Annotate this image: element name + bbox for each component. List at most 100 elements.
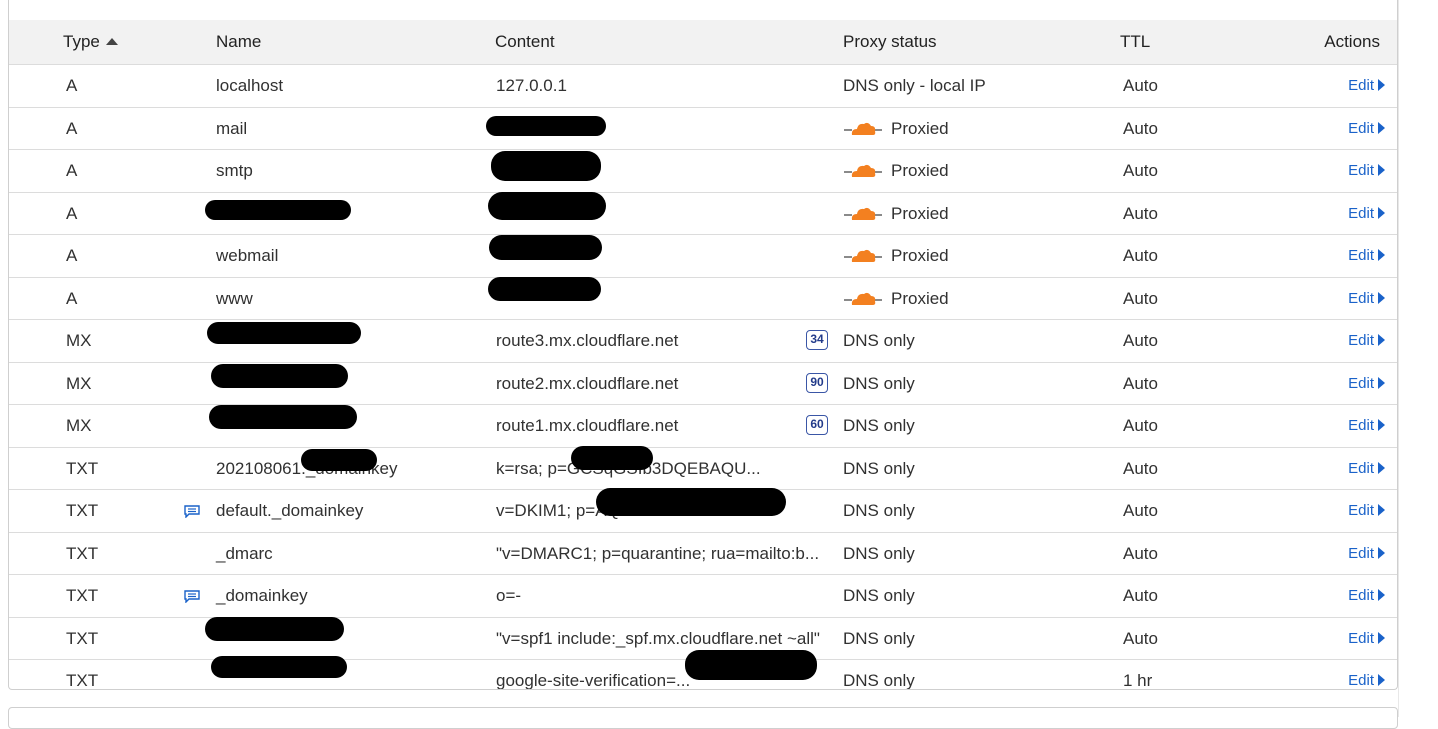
record-ttl: Auto: [1123, 331, 1158, 350]
record-type: TXT: [66, 671, 99, 690]
column-header-ttl: TTL: [1120, 32, 1151, 51]
redaction-mark: [211, 364, 348, 388]
edit-button[interactable]: Edit: [1348, 247, 1385, 264]
caret-right-icon: [1378, 631, 1385, 644]
sort-ascending-icon[interactable]: [105, 38, 118, 45]
record-type: A: [66, 246, 78, 265]
record-type: A: [66, 118, 78, 138]
page-right-divider: [1398, 0, 1399, 717]
caret-right-icon: [1378, 79, 1385, 91]
table-row: Alocalhost 127.0.0.1 DNS only - local IP Au…: [9, 65, 1397, 108]
orange-cloud-icon: [843, 119, 883, 142]
record-name: default._domainkey: [216, 501, 364, 520]
edit-label: Edit: [1348, 672, 1374, 689]
orange-cloud-icon: [843, 161, 883, 184]
edit-label: Edit: [1348, 332, 1374, 349]
caret-right-icon: [1378, 674, 1385, 686]
record-type: TXT: [66, 586, 99, 605]
edit-button[interactable]: Edit: [1348, 332, 1385, 349]
proxy-status: DNS only: [843, 458, 915, 478]
caret-right-icon: [1378, 376, 1385, 389]
edit-label: Edit: [1348, 247, 1374, 264]
mx-priority-badge: 34: [806, 330, 828, 350]
edit-button[interactable]: Edit: [1348, 502, 1385, 519]
edit-label: Edit: [1348, 204, 1374, 222]
table-row: TXT202108061._domainkeyk=rsa; p=GCSqGSIb…: [9, 448, 1397, 490]
redaction-mark: [489, 235, 602, 260]
record-ttl: Auto: [1123, 501, 1158, 520]
record-name: _domainkey: [216, 586, 308, 605]
table-row: Amail Proxied Auto Edit: [9, 108, 1397, 150]
redaction-mark: [209, 405, 357, 429]
record-type: TXT: [66, 458, 99, 478]
proxy-status-label: Proxied: [891, 161, 949, 180]
column-header-type-label: Type: [63, 32, 100, 51]
record-ttl: Auto: [1123, 246, 1158, 265]
dns-records-table: Type Name Content Proxy status TTL Actio…: [9, 20, 1397, 690]
record-type: TXT: [66, 501, 99, 520]
edit-button[interactable]: Edit: [1348, 545, 1385, 562]
redaction-mark: [486, 116, 606, 136]
edit-label: Edit: [1348, 162, 1374, 179]
caret-right-icon: [1378, 206, 1385, 219]
table-row: Awebmail Proxied Auto Edit: [9, 235, 1397, 278]
edit-button[interactable]: Edit: [1348, 375, 1385, 392]
record-content: 127.0.0.1: [496, 76, 567, 95]
record-type: TXT: [66, 628, 99, 648]
table-row: TXT _domainkey o=- DNS only Auto Edit: [9, 575, 1397, 618]
record-content: "v=DMARC1; p=quarantine; rua=mailto:b...: [496, 543, 820, 563]
caret-right-icon: [1378, 546, 1385, 559]
table-row: Asmtp Proxied Auto Edit: [9, 150, 1397, 193]
proxy-status: Proxied: [843, 204, 949, 227]
edit-label: Edit: [1348, 502, 1374, 519]
edit-button[interactable]: Edit: [1348, 587, 1385, 604]
record-content: "v=spf1 include:_spf.mx.cloudflare.net ~…: [496, 628, 820, 648]
record-content: o=-: [496, 586, 522, 605]
record-ttl: Auto: [1123, 118, 1158, 138]
proxy-status: DNS only: [843, 543, 915, 563]
edit-button[interactable]: Edit: [1348, 77, 1385, 94]
redaction-mark: [596, 488, 786, 516]
edit-button[interactable]: Edit: [1348, 672, 1385, 689]
column-header-proxy-status: Proxy status: [843, 32, 937, 51]
edit-label: Edit: [1348, 289, 1374, 307]
table-row: TXT _dmarc "v=DMARC1; p=quarantine; rua=ma…: [9, 533, 1397, 575]
proxy-status-label: Proxied: [891, 246, 949, 265]
redaction-mark: [207, 322, 361, 344]
record-name: _dmarc: [216, 543, 273, 563]
next-section-panel: [8, 707, 1398, 729]
edit-label: Edit: [1348, 77, 1374, 94]
proxy-status: Proxied: [843, 119, 949, 142]
edit-button[interactable]: Edit: [1348, 290, 1385, 307]
proxy-status: DNS only: [843, 671, 915, 690]
record-ttl: Auto: [1123, 458, 1158, 478]
table-header: Type Name Content Proxy status TTL Actio…: [9, 20, 1397, 65]
edit-button[interactable]: Edit: [1348, 162, 1385, 179]
orange-cloud-icon: [843, 204, 883, 227]
edit-button[interactable]: Edit: [1348, 417, 1385, 434]
comment-icon[interactable]: [184, 588, 200, 604]
record-name: localhost: [216, 76, 284, 95]
proxy-status-label: Proxied: [891, 118, 949, 138]
column-header-name: Name: [216, 32, 262, 51]
caret-right-icon: [1378, 291, 1385, 304]
comment-icon[interactable]: [184, 503, 200, 519]
edit-button[interactable]: Edit: [1348, 120, 1385, 137]
column-header-actions: Actions: [1324, 32, 1380, 51]
proxy-status: DNS only - local IP: [843, 76, 986, 95]
column-header-type[interactable]: Type: [63, 32, 118, 52]
caret-right-icon: [1378, 121, 1385, 134]
table-row: Awww Proxied Auto Edit: [9, 278, 1397, 320]
caret-right-icon: [1378, 504, 1385, 516]
edit-button[interactable]: Edit: [1348, 205, 1385, 222]
edit-button[interactable]: Edit: [1348, 630, 1385, 647]
edit-button[interactable]: Edit: [1348, 460, 1385, 477]
record-type: A: [66, 76, 78, 95]
proxy-status: Proxied: [843, 161, 949, 184]
caret-right-icon: [1378, 589, 1385, 601]
proxy-status: Proxied: [843, 246, 949, 269]
redaction-mark: [488, 192, 606, 220]
proxy-status: Proxied: [843, 289, 949, 312]
edit-label: Edit: [1348, 119, 1374, 137]
redaction-mark: [571, 446, 653, 470]
